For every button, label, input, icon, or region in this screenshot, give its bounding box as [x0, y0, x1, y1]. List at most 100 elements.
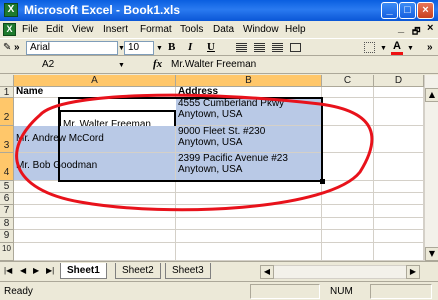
- row-header-7[interactable]: 7: [0, 205, 14, 218]
- cell-d7[interactable]: [374, 205, 424, 218]
- workbook-minimize-button[interactable]: _: [398, 22, 404, 34]
- column-header-c[interactable]: C: [322, 75, 374, 87]
- align-center-icon[interactable]: [254, 43, 265, 52]
- italic-button[interactable]: I: [188, 41, 192, 53]
- toolbar-options-icon[interactable]: ✎: [3, 42, 11, 53]
- workbook-close-button[interactable]: ×: [427, 22, 433, 34]
- cell-a1[interactable]: Name: [14, 87, 176, 98]
- cell-c8[interactable]: [322, 218, 374, 230]
- size-dropdown-icon[interactable]: ▼: [156, 45, 163, 52]
- cell-a6[interactable]: [14, 193, 176, 205]
- column-header-b[interactable]: B: [176, 75, 322, 87]
- cell-b8[interactable]: [176, 218, 322, 230]
- cell-d2[interactable]: [374, 98, 424, 126]
- menu-help[interactable]: Help: [285, 24, 306, 35]
- cell-a5[interactable]: [14, 181, 176, 193]
- font-name-select[interactable]: Arial: [26, 41, 118, 55]
- first-sheet-icon[interactable]: |◀: [4, 266, 12, 275]
- borders-dropdown-icon[interactable]: ▼: [380, 45, 387, 52]
- cell-a4[interactable]: Mr. Bob Goodman: [14, 153, 176, 181]
- menu-window[interactable]: Window: [243, 24, 279, 35]
- menu-data[interactable]: Data: [213, 24, 234, 35]
- cell-d4[interactable]: [374, 153, 424, 181]
- row-header-10[interactable]: 10: [0, 243, 14, 261]
- last-sheet-icon[interactable]: ▶|: [46, 266, 54, 275]
- cell-b5[interactable]: [176, 181, 322, 193]
- menu-insert[interactable]: Insert: [103, 24, 128, 35]
- cell-c2[interactable]: [322, 98, 374, 126]
- row-header-5[interactable]: 5: [0, 181, 14, 193]
- cell-b10[interactable]: [176, 243, 322, 261]
- cell-b3[interactable]: 9000 Fleet St. #230 Anytown, USA: [176, 126, 322, 153]
- prev-sheet-icon[interactable]: ◀: [20, 266, 26, 275]
- cell-c10[interactable]: [322, 243, 374, 261]
- font-size-select[interactable]: 10: [124, 41, 154, 55]
- close-button[interactable]: ×: [417, 2, 434, 19]
- borders-icon[interactable]: [364, 42, 375, 53]
- row-header-3[interactable]: 3: [0, 126, 14, 153]
- cell-d5[interactable]: [374, 181, 424, 193]
- tab-sheet2[interactable]: Sheet2: [115, 263, 161, 279]
- cell-b2[interactable]: 4555 Cumberland Pkwy Anytown, USA: [176, 98, 322, 126]
- cell-b7[interactable]: [176, 205, 322, 218]
- cell-d10[interactable]: [374, 243, 424, 261]
- row-header-1[interactable]: 1: [0, 87, 14, 98]
- cell-a3[interactable]: Mr. Andrew McCord: [14, 126, 176, 153]
- scroll-up-icon[interactable]: ▲: [425, 88, 438, 102]
- menu-edit[interactable]: Edit: [46, 24, 63, 35]
- column-header-a[interactable]: A: [14, 75, 176, 87]
- cell-d9[interactable]: [374, 230, 424, 243]
- row-header-8[interactable]: 8: [0, 218, 14, 230]
- cell-d6[interactable]: [374, 193, 424, 205]
- menu-view[interactable]: View: [72, 24, 94, 35]
- insert-function-icon[interactable]: fx: [153, 58, 162, 70]
- cell-c9[interactable]: [322, 230, 374, 243]
- row-header-2[interactable]: 2: [0, 98, 14, 126]
- scroll-left-icon[interactable]: ◀: [260, 265, 274, 279]
- horizontal-scrollbar[interactable]: ◀ ▶: [260, 265, 420, 279]
- merge-center-icon[interactable]: [290, 43, 301, 52]
- cell-c6[interactable]: [322, 193, 374, 205]
- excel-app-icon[interactable]: X: [4, 3, 18, 17]
- fill-handle[interactable]: [320, 179, 325, 184]
- cell-a7[interactable]: [14, 205, 176, 218]
- underline-button[interactable]: U: [207, 41, 215, 53]
- cell-c7[interactable]: [322, 205, 374, 218]
- cell-a9[interactable]: [14, 230, 176, 243]
- cell-c4[interactable]: [322, 153, 374, 181]
- cell-d3[interactable]: [374, 126, 424, 153]
- minimize-button[interactable]: _: [381, 2, 398, 19]
- menu-format[interactable]: Format: [140, 24, 172, 35]
- menu-tools[interactable]: Tools: [180, 24, 203, 35]
- font-color-icon[interactable]: A: [393, 40, 401, 52]
- cell-a10[interactable]: [14, 243, 176, 261]
- cell-c3[interactable]: [322, 126, 374, 153]
- cell-d8[interactable]: [374, 218, 424, 230]
- align-left-icon[interactable]: [236, 43, 247, 52]
- cell-b6[interactable]: [176, 193, 322, 205]
- cell-a8[interactable]: [14, 218, 176, 230]
- scroll-right-icon[interactable]: ▶: [406, 265, 420, 279]
- maximize-button[interactable]: □: [399, 2, 416, 19]
- row-header-9[interactable]: 9: [0, 230, 14, 243]
- cell-c5[interactable]: [322, 181, 374, 193]
- column-header-d[interactable]: D: [374, 75, 424, 87]
- row-header-6[interactable]: 6: [0, 193, 14, 205]
- toolbar-overflow-icon[interactable]: »: [427, 42, 433, 53]
- next-sheet-icon[interactable]: ▶: [33, 266, 39, 275]
- font-color-dropdown-icon[interactable]: ▼: [407, 45, 414, 52]
- align-right-icon[interactable]: [272, 43, 283, 52]
- name-box[interactable]: A2: [2, 58, 122, 72]
- cell-d1[interactable]: [374, 87, 424, 98]
- cell-b1[interactable]: Address: [176, 87, 322, 98]
- name-box-dropdown-icon[interactable]: ▼: [118, 62, 125, 69]
- menu-file[interactable]: File: [22, 24, 38, 35]
- scroll-down-icon[interactable]: ▼: [425, 247, 438, 261]
- select-all-corner[interactable]: [0, 75, 14, 87]
- cell-b9[interactable]: [176, 230, 322, 243]
- tab-sheet3[interactable]: Sheet3: [165, 263, 211, 279]
- bold-button[interactable]: B: [168, 41, 175, 53]
- toolbar-chevron-icon[interactable]: »: [14, 42, 20, 53]
- formula-input[interactable]: Mr.Walter Freeman: [171, 58, 256, 71]
- row-header-4[interactable]: 4: [0, 153, 14, 181]
